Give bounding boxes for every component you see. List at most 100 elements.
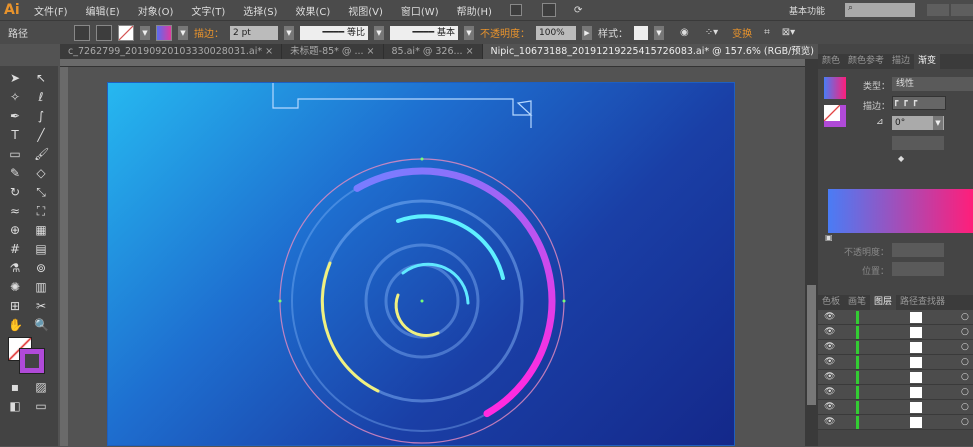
- perspective-grid-tool-icon[interactable]: ▦: [34, 223, 48, 239]
- gradient-slider[interactable]: [828, 189, 973, 233]
- recolor-icon[interactable]: ◉: [680, 27, 689, 38]
- tab-gradient[interactable]: 渐变: [914, 54, 941, 69]
- style-dropdown[interactable]: ▼: [654, 25, 664, 40]
- column-graph-tool-icon[interactable]: ▥: [34, 280, 48, 296]
- menu-type[interactable]: 文字(T): [191, 3, 225, 18]
- type-tool-icon[interactable]: T: [8, 128, 22, 144]
- stroke-swatch[interactable]: [156, 24, 172, 41]
- rotate-tool-icon[interactable]: ↻: [8, 185, 22, 201]
- style-swatch[interactable]: [634, 25, 648, 40]
- profile-dropdown[interactable]: ▼: [374, 25, 384, 40]
- tab-document-1[interactable]: c_7262799_20190920103330028031.ai* ×: [60, 44, 283, 59]
- brush-dropdown[interactable]: ▼: [464, 25, 474, 40]
- opacity-input[interactable]: 100%: [536, 25, 576, 40]
- eyedropper-tool-icon[interactable]: ⚗: [8, 261, 22, 277]
- tab-layers[interactable]: 图层: [870, 295, 897, 310]
- stroke-swatch-gradient[interactable]: [19, 348, 45, 374]
- vertical-ruler[interactable]: [60, 67, 68, 446]
- target-icon[interactable]: ○: [961, 312, 969, 322]
- variable-width-profile[interactable]: ━━━━ 等比: [300, 25, 368, 40]
- workspace-switcher[interactable]: 基本功能: [789, 4, 825, 17]
- blend-tool-icon[interactable]: ⊚: [34, 261, 48, 277]
- tab-brushes[interactable]: 画笔: [844, 295, 870, 310]
- target-icon[interactable]: ○: [961, 402, 969, 412]
- magic-wand-tool-icon[interactable]: ✧: [8, 90, 22, 106]
- fill-stroke-control[interactable]: [8, 337, 54, 377]
- gradient-preview-swatch[interactable]: [824, 77, 846, 99]
- opacity-label[interactable]: 不透明度：: [480, 25, 530, 40]
- free-transform-tool-icon[interactable]: ⛶: [34, 204, 48, 220]
- stroke-weight-dropdown[interactable]: ▼: [284, 25, 294, 40]
- warp-tool-icon[interactable]: ≈: [8, 204, 22, 220]
- restore-button[interactable]: [951, 4, 973, 16]
- type-select[interactable]: 线性: [892, 77, 973, 91]
- tab-stroke[interactable]: 描边: [888, 54, 914, 69]
- pencil-tool-icon[interactable]: ✎: [8, 166, 22, 182]
- layer-row[interactable]: 👁 ○: [818, 415, 973, 430]
- target-icon[interactable]: ○: [961, 327, 969, 337]
- target-icon[interactable]: ○: [961, 372, 969, 382]
- zoom-tool-icon[interactable]: 🔍: [34, 318, 49, 334]
- layer-row[interactable]: 👁 ○: [818, 385, 973, 400]
- color-mode-icon[interactable]: ▪: [8, 380, 22, 396]
- visibility-eye-icon[interactable]: 👁: [824, 372, 835, 382]
- hand-tool-icon[interactable]: ✋: [8, 318, 23, 334]
- eraser-tool-icon[interactable]: ◇: [34, 166, 48, 182]
- visibility-eye-icon[interactable]: 👁: [824, 327, 835, 337]
- brush-definition[interactable]: ━━━━ 基本: [390, 25, 458, 40]
- layer-row[interactable]: 👁 ○: [818, 325, 973, 340]
- visibility-eye-icon[interactable]: 👁: [824, 312, 835, 322]
- visibility-eye-icon[interactable]: 👁: [824, 342, 835, 352]
- menu-file[interactable]: 文件(F): [34, 3, 68, 18]
- tab-color[interactable]: 颜色: [818, 54, 844, 69]
- tab-document-2[interactable]: 未标题-85* @ ... ×: [282, 44, 384, 59]
- shape-builder-tool-icon[interactable]: ⊕: [8, 223, 22, 239]
- artboard-tool-icon[interactable]: ⊞: [8, 299, 22, 315]
- isolate-icon[interactable]: [74, 24, 90, 41]
- paintbrush-tool-icon[interactable]: 🖌: [34, 147, 49, 163]
- sync-icon[interactable]: ⟳: [574, 5, 582, 16]
- menu-object[interactable]: 对象(O): [138, 3, 174, 18]
- selection-tool-icon[interactable]: ➤: [8, 71, 22, 87]
- bridge-icon[interactable]: [509, 4, 522, 16]
- midpoint-diamond[interactable]: ◆: [898, 154, 904, 163]
- minimize-button[interactable]: [927, 4, 949, 16]
- artboard[interactable]: [107, 82, 735, 446]
- stroke-label[interactable]: 描边：: [194, 25, 224, 40]
- stroke-gradient-buttons[interactable]: ┏┏┏: [892, 96, 946, 110]
- angle-dropdown[interactable]: ▼: [933, 116, 943, 130]
- transform-icon[interactable]: ⌗: [764, 27, 770, 38]
- symbol-sprayer-tool-icon[interactable]: ✺: [8, 280, 22, 296]
- mesh-tool-icon[interactable]: #: [8, 242, 22, 258]
- layer-row[interactable]: 👁 ○: [818, 310, 973, 325]
- transform-link[interactable]: 变换: [732, 25, 752, 40]
- arrange-documents-icon[interactable]: [541, 3, 556, 17]
- rectangle-tool-icon[interactable]: ▭: [8, 147, 22, 163]
- direct-selection-tool-icon[interactable]: ↖: [34, 71, 48, 87]
- draw-mode-icon[interactable]: ◧: [8, 399, 22, 415]
- anchor-icon[interactable]: [96, 24, 112, 41]
- fill-stroke-mini[interactable]: [824, 105, 846, 127]
- horizontal-ruler[interactable]: [60, 59, 805, 67]
- visibility-eye-icon[interactable]: 👁: [824, 387, 835, 397]
- target-icon[interactable]: ○: [961, 357, 969, 367]
- visibility-eye-icon[interactable]: 👁: [824, 417, 835, 427]
- pen-tool-icon[interactable]: ✒: [8, 109, 22, 125]
- scale-tool-icon[interactable]: ⤡: [34, 185, 48, 201]
- menu-effect[interactable]: 效果(C): [295, 3, 330, 18]
- gradient-mode-icon[interactable]: ▨: [34, 380, 48, 396]
- layer-row[interactable]: 👁 ○: [818, 370, 973, 385]
- menu-select[interactable]: 选择(S): [243, 3, 277, 18]
- tab-pathfinder[interactable]: 路径查找器: [896, 295, 949, 310]
- target-icon[interactable]: ○: [961, 387, 969, 397]
- target-icon[interactable]: ○: [961, 342, 969, 352]
- target-icon[interactable]: ○: [961, 417, 969, 427]
- scrollbar-thumb[interactable]: [807, 285, 816, 405]
- fill-swatch[interactable]: [118, 24, 134, 41]
- menu-help[interactable]: 帮助(H): [457, 3, 492, 18]
- curvature-tool-icon[interactable]: ∫: [34, 109, 48, 125]
- menu-view[interactable]: 视图(V): [348, 3, 383, 18]
- layer-row[interactable]: 👁 ○: [818, 355, 973, 370]
- screen-mode-icon[interactable]: ▭: [34, 399, 48, 415]
- tab-color-guide[interactable]: 颜色参考: [844, 54, 888, 69]
